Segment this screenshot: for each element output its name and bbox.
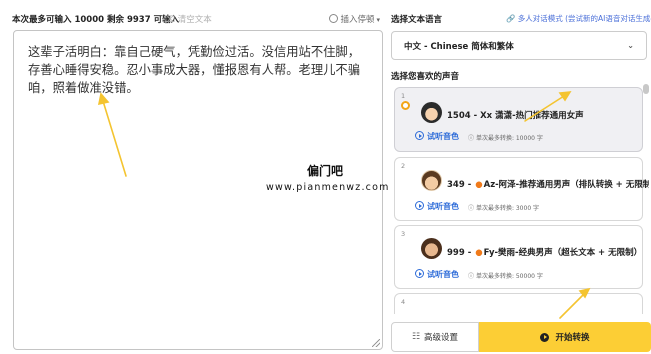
- watermark: 偏门吧 www.pianmenwz.com: [266, 162, 390, 193]
- voice-card[interactable]: 4: [394, 293, 643, 314]
- clock-icon: [329, 14, 339, 23]
- voice-card[interactable]: 2 349 - ●Az-阿泽-推荐通用男声（排队转换 + 无限制） 试听音色 ⓘ…: [394, 157, 649, 221]
- info-icon: ⓘ: [468, 135, 475, 142]
- voice-label: 选择您喜欢的声音: [391, 72, 460, 82]
- voice-card[interactable]: 1 1504 - Xx 潇潇-热门推荐通用女声 试听音色 ⓘ 单次最多转换: 1…: [394, 87, 643, 152]
- voice-index: 2: [401, 162, 406, 170]
- sliders-icon: ☷: [411, 332, 421, 342]
- voice-limit-text: 单次最多转换: 50000 字: [475, 273, 543, 280]
- voice-limit: ⓘ 单次最多转换: 10000 字: [468, 133, 543, 142]
- info-icon: ⓘ: [468, 273, 475, 280]
- start-convert-button[interactable]: 开始转换: [479, 322, 651, 352]
- chevron-down-icon: ⌄: [627, 41, 634, 50]
- voice-name-id: 349 -: [447, 180, 475, 190]
- selected-radio-icon[interactable]: [401, 101, 410, 110]
- advanced-settings-label: 高级设置: [424, 333, 459, 343]
- language-selected-value: 中文 - Chinese 简体和繁体: [404, 41, 514, 52]
- play-circle-icon: [540, 332, 550, 342]
- voice-name-id: 999 -: [447, 248, 475, 258]
- audition-label: 试听音色: [427, 202, 459, 211]
- language-select[interactable]: 中文 - Chinese 简体和繁体 ⌄: [391, 31, 647, 60]
- insert-pause-button[interactable]: 插入停顿 ▾: [329, 13, 380, 25]
- audition-button[interactable]: 试听音色: [415, 201, 459, 212]
- voice-card[interactable]: 3 999 - ●Fy-樊雨-经典男声（超长文本 + 无限制） 试听音色 ⓘ 单…: [394, 225, 643, 289]
- voice-list-scrollbar[interactable]: [643, 84, 649, 94]
- start-convert-label: 开始转换: [555, 333, 590, 343]
- char-limit-text: 本次最多可输入 10000 剩余 9937 可输入: [12, 15, 180, 25]
- clear-text-button[interactable]: ⌫ 清空文本: [163, 13, 212, 25]
- play-icon: [415, 131, 424, 140]
- fire-icon: ●: [475, 248, 483, 258]
- info-icon: ⓘ: [468, 205, 475, 212]
- editor-content[interactable]: 这辈子活明白：靠自己硬气，凭勤俭过活。没信用站不住脚，存善心睡得安稳。忍小事成大…: [28, 43, 368, 97]
- voice-name: 1504 - Xx 潇潇-热门推荐通用女声: [447, 111, 584, 121]
- watermark-title: 偏门吧: [306, 164, 343, 178]
- chevron-down-icon: ▾: [376, 16, 380, 24]
- multi-speaker-link-text: 多人对话模式 (尝试新的AI语音对话生成器: [517, 14, 651, 23]
- voice-index: 3: [401, 230, 406, 238]
- resize-handle-icon[interactable]: [372, 339, 380, 347]
- watermark-url: www.pianmenwz.com: [266, 182, 390, 193]
- multi-speaker-link[interactable]: 🔗 多人对话模式 (尝试新的AI语音对话生成器: [506, 13, 651, 24]
- editor-header: 本次最多可输入 10000 剩余 9937 可输入 ⌫ 清空文本 插入停顿 ▾: [12, 10, 384, 28]
- voice-list: 1 1504 - Xx 潇潇-热门推荐通用女声 试听音色 ⓘ 单次最多转换: 1…: [391, 84, 649, 314]
- avatar: [421, 102, 442, 123]
- fire-icon: ●: [475, 180, 483, 190]
- voice-limit-text: 单次最多转换: 3000 字: [475, 205, 540, 212]
- insert-pause-label: 插入停顿: [340, 15, 375, 25]
- audition-button[interactable]: 试听音色: [415, 269, 459, 280]
- voice-index: 4: [401, 298, 406, 306]
- audition-label: 试听音色: [427, 270, 459, 279]
- voice-name: 999 - ●Fy-樊雨-经典男声（超长文本 + 无限制）: [447, 246, 642, 258]
- audition-label: 试听音色: [427, 132, 459, 141]
- voice-limit: ⓘ 单次最多转换: 3000 字: [468, 203, 539, 212]
- voice-limit-text: 单次最多转换: 10000 字: [475, 135, 543, 142]
- audition-button[interactable]: 试听音色: [415, 131, 459, 142]
- clear-text-label: 清空文本: [177, 15, 212, 25]
- play-icon: [415, 201, 424, 210]
- voice-limit: ⓘ 单次最多转换: 50000 字: [468, 271, 543, 280]
- play-icon: [415, 269, 424, 278]
- link-icon: 🔗: [506, 14, 516, 23]
- eraser-icon: ⌫: [163, 15, 176, 25]
- action-bar: ☷ 高级设置 开始转换: [391, 322, 651, 352]
- voice-name-rest: Az-阿泽-推荐通用男声（排队转换 + 无限制）: [483, 180, 649, 190]
- voice-name-rest: Fy-樊雨-经典男声（超长文本 + 无限制）: [483, 248, 643, 258]
- avatar: [421, 170, 442, 191]
- voice-index: 1: [401, 92, 406, 100]
- advanced-settings-button[interactable]: ☷ 高级设置: [391, 322, 479, 352]
- language-label: 选择文本语言: [391, 15, 443, 25]
- avatar: [421, 238, 442, 259]
- voice-name: 349 - ●Az-阿泽-推荐通用男声（排队转换 + 无限制）: [447, 178, 649, 190]
